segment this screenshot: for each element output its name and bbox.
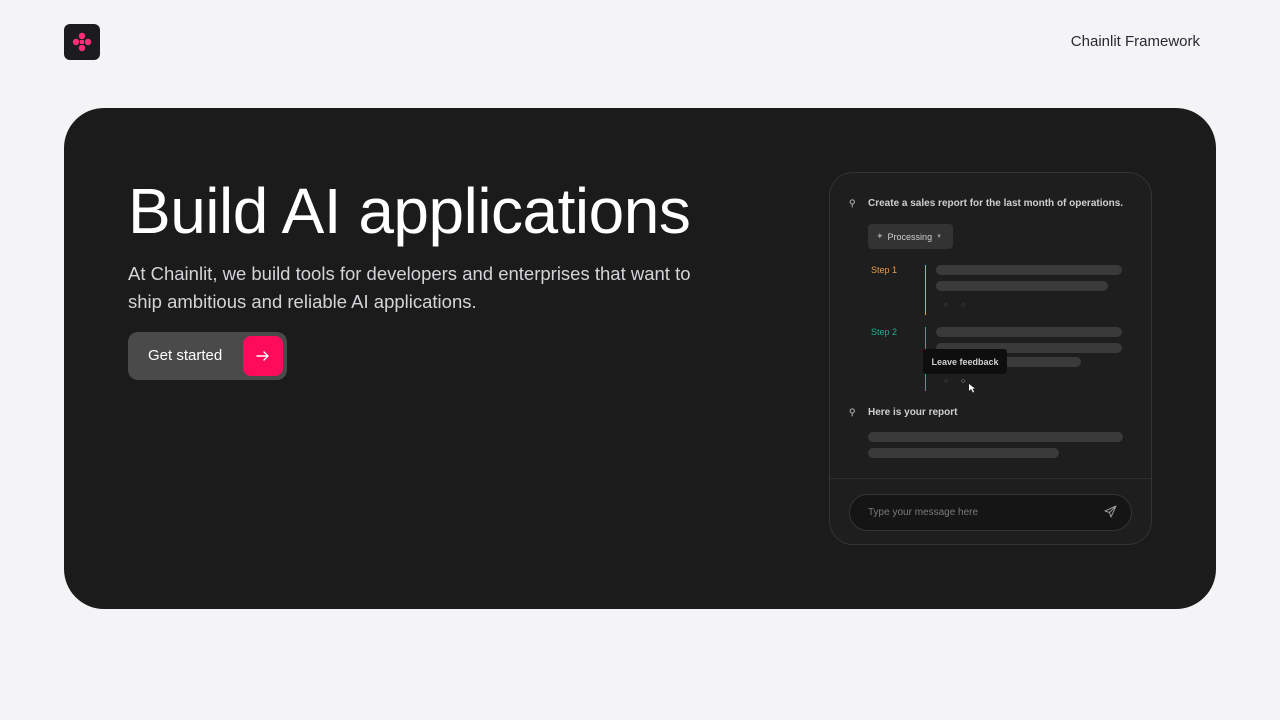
report-message: ⚲ Here is your report xyxy=(849,407,957,418)
user-message: ⚲ Create a sales report for the last mont… xyxy=(849,198,1123,209)
divider xyxy=(830,478,1151,479)
processing-button[interactable]: ✦ Processing ▼ xyxy=(868,224,953,249)
hero-section: Build AI applications At Chainlit, we bu… xyxy=(64,108,1216,609)
thumbs-down-icon[interactable]: ○ xyxy=(961,302,965,309)
thumbs-up-icon[interactable]: ○ xyxy=(944,378,948,385)
search-icon: ⚲ xyxy=(849,198,856,208)
chainlit-logo-icon xyxy=(72,32,92,52)
thumbs-up-icon[interactable]: ○ xyxy=(944,302,948,309)
search-icon: ⚲ xyxy=(849,407,856,417)
chainlit-logo[interactable] xyxy=(64,24,100,60)
placeholder-line xyxy=(936,327,1122,337)
step-2-label: Step 2 xyxy=(871,327,898,337)
chat-mockup: ⚲ Create a sales report for the last mont… xyxy=(829,172,1152,545)
leave-feedback-tooltip: Leave feedback xyxy=(923,349,1007,374)
step-1-label: Step 1 xyxy=(871,265,898,275)
message-input[interactable]: Type your message here xyxy=(849,494,1132,531)
chevron-down-icon: ▼ xyxy=(936,233,943,240)
placeholder-line xyxy=(936,281,1108,291)
processing-label: Processing xyxy=(887,231,933,242)
placeholder-line xyxy=(868,448,1059,458)
sparkle-icon: ✦ xyxy=(876,231,884,241)
message-input-placeholder: Type your message here xyxy=(868,507,979,518)
thumbs-down-icon[interactable]: ○ xyxy=(961,378,965,385)
get-started-button[interactable]: Get started xyxy=(128,332,287,380)
placeholder-line xyxy=(868,432,1123,442)
send-icon[interactable] xyxy=(1104,505,1117,518)
hero-subtitle: At Chainlit, we build tools for develope… xyxy=(128,263,691,312)
get-started-label: Get started xyxy=(148,347,223,364)
user-message-text: Create a sales report for the last month… xyxy=(868,198,1124,209)
placeholder-line xyxy=(936,265,1122,275)
cursor-icon xyxy=(969,384,975,393)
nav-link-chainlit-framework[interactable]: Chainlit Framework xyxy=(1071,33,1200,50)
arrow-right-icon xyxy=(243,336,283,376)
hero-title: Build AI applications xyxy=(128,175,691,247)
step-1-line xyxy=(925,265,926,315)
report-message-text: Here is your report xyxy=(868,407,958,418)
